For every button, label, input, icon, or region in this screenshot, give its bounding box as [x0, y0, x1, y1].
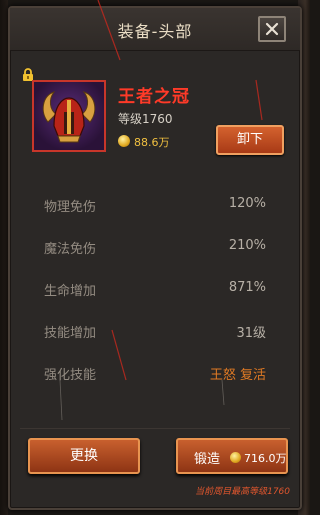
stat-value: 871% [228, 280, 266, 295]
background-edge-left [0, 0, 8, 515]
stat-label: 生命增加 [44, 284, 97, 299]
stat-value: 31级 [236, 326, 266, 341]
gold-coin-icon [118, 135, 130, 147]
divider [20, 428, 290, 429]
gold-coin-icon [230, 452, 241, 463]
stat-value-skills[interactable]: 王怒 复活 [210, 364, 266, 383]
forge-button[interactable]: 锻造 716.0万 [176, 438, 288, 474]
item-level: 等级1760 [118, 112, 173, 126]
close-icon [265, 22, 279, 36]
stat-value: 210% [228, 238, 266, 253]
stat-row: 生命增加 871% [20, 276, 292, 300]
item-icon-frame[interactable] [32, 80, 106, 152]
stat-label: 技能增加 [44, 326, 97, 341]
stat-row: 魔法免伤 210% [20, 234, 292, 258]
equipment-panel: 装备-头部 王者之冠 等级1760 88.6万 卸下 物理免伤 120% 魔法免… [8, 6, 302, 510]
close-button[interactable] [258, 16, 286, 42]
stat-label: 物理免伤 [44, 200, 97, 215]
stat-label: 强化技能 [44, 368, 97, 383]
stat-row: 技能增加 31级 [20, 318, 292, 342]
panel-title: 装备-头部 [117, 22, 193, 41]
replace-button[interactable]: 更换 [28, 438, 140, 474]
item-name: 王者之冠 [118, 87, 190, 107]
stat-row: 物理免伤 120% [20, 192, 292, 216]
stat-row: 强化技能 王怒 复活 [20, 360, 292, 384]
forge-cost: 716.0万 [244, 452, 287, 465]
max-level-note: 当前周目最高等级1760 [195, 487, 290, 497]
title-bar: 装备-头部 [10, 8, 300, 51]
stat-label: 魔法免伤 [44, 242, 97, 257]
item-price-value: 88.6万 [134, 136, 170, 149]
item-summary: 王者之冠 等级1760 88.6万 卸下 [20, 54, 290, 164]
horned-helmet-icon [42, 91, 96, 143]
stat-value: 120% [228, 196, 266, 211]
unequip-button[interactable]: 卸下 [216, 125, 284, 155]
forge-label: 锻造 [194, 452, 221, 467]
